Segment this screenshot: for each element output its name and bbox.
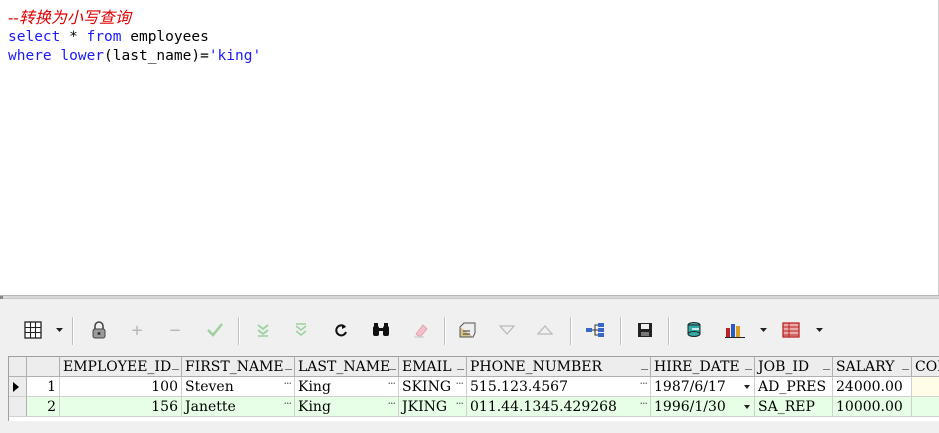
cell-first-name[interactable]: Steven ···	[182, 377, 295, 397]
cell-job-id[interactable]: SA_REP	[755, 397, 833, 417]
results-panel: + − EMPLOYEE_ID FIRST_NAME LAST_NAME EMA…	[0, 299, 939, 433]
save-icon[interactable]	[634, 319, 656, 341]
add-record-icon[interactable]: +	[126, 319, 148, 341]
string-literal: 'king'	[208, 48, 262, 64]
column-header-job-id[interactable]: JOB_ID	[755, 357, 833, 377]
column-header-first-name[interactable]: FIRST_NAME	[182, 357, 295, 377]
code-text: (last_name)=	[104, 48, 209, 64]
column-header-hire-date[interactable]: HIRE_DATE	[651, 357, 755, 377]
row-number: 1	[27, 377, 60, 397]
clear-icon[interactable]	[410, 319, 432, 341]
cell-salary[interactable]: 10000.00	[833, 397, 912, 417]
tree-icon[interactable]	[584, 319, 606, 341]
keyword-select: select	[8, 29, 61, 45]
column-header-employee-id[interactable]: EMPLOYEE_ID	[60, 357, 182, 377]
grid-dropdown-icon[interactable]	[54, 319, 64, 341]
code-line-2: select * from employees	[8, 28, 209, 47]
cell-first-name[interactable]: Janette ···	[182, 397, 295, 417]
cell-text: JKING	[402, 399, 448, 415]
cell-commission[interactable]	[912, 397, 939, 417]
cell-salary[interactable]: 24000.00	[833, 377, 912, 397]
query-filter-icon[interactable]	[290, 319, 312, 341]
column-header-commission[interactable]: COM	[912, 357, 939, 377]
row-number: 2	[27, 397, 60, 417]
column-header-label: LAST_NAME	[298, 359, 391, 375]
column-header-label: COM	[915, 359, 939, 375]
cell-text: Janette	[185, 399, 236, 415]
column-header-salary[interactable]: SALARY	[833, 357, 912, 377]
previous-icon[interactable]	[534, 319, 556, 341]
cell-last-name[interactable]: King ···	[295, 377, 399, 397]
cell-text: Steven	[185, 379, 234, 395]
table-view-icon[interactable]	[780, 319, 802, 341]
cell-text: 1996/1/30	[654, 399, 726, 415]
cell-commission[interactable]	[912, 377, 939, 397]
column-header-last-name[interactable]: LAST_NAME	[295, 357, 399, 377]
cell-text: SKING	[402, 379, 452, 395]
row-number-header	[27, 357, 60, 377]
cell-text: King	[298, 379, 331, 395]
sql-editor[interactable]: --转换为小写查询 select * from employees where …	[0, 0, 939, 295]
cell-text: 515.123.4567	[470, 379, 568, 395]
column-header-phone-number[interactable]: PHONE_NUMBER	[467, 357, 651, 377]
chart-dropdown-icon[interactable]	[758, 319, 768, 341]
clear-filter-icon[interactable]	[252, 319, 274, 341]
column-header-email[interactable]: EMAIL	[399, 357, 467, 377]
cell-text: King	[298, 399, 331, 415]
column-header-label: PHONE_NUMBER	[470, 359, 603, 375]
code-line-3: where lower(last_name)='king'	[8, 47, 261, 66]
post-changes-icon[interactable]	[204, 319, 226, 341]
export-icon[interactable]	[456, 319, 478, 341]
cell-hire-date[interactable]: 1996/1/30	[651, 397, 755, 417]
column-header-label: SALARY	[836, 359, 895, 375]
row-header-corner	[9, 357, 27, 377]
cell-email[interactable]: SKING ···	[399, 377, 467, 397]
lock-icon[interactable]	[88, 319, 110, 341]
function-lower: lower	[60, 48, 105, 64]
column-header-label: HIRE_DATE	[654, 359, 740, 375]
cell-employee-id[interactable]: 156	[60, 397, 182, 417]
query-icon[interactable]	[684, 319, 706, 341]
keyword-from: from	[86, 29, 122, 45]
cell-phone-number[interactable]: 011.44.1345.429268 ···	[467, 397, 651, 417]
refresh-icon[interactable]	[330, 319, 352, 341]
chart-icon[interactable]	[724, 319, 746, 341]
row-indicator[interactable]	[9, 397, 27, 417]
date-dropdown-icon	[744, 385, 750, 389]
code-comment: --转换为小写查询	[8, 8, 131, 27]
find-icon[interactable]	[370, 319, 392, 341]
table-view-dropdown-icon[interactable]	[814, 319, 824, 341]
cell-email[interactable]: JKING ···	[399, 397, 467, 417]
date-dropdown-icon	[744, 405, 750, 409]
cell-last-name[interactable]: King ···	[295, 397, 399, 417]
results-toolbar: + −	[8, 313, 938, 349]
delete-record-icon[interactable]: −	[164, 319, 186, 341]
next-icon[interactable]	[496, 319, 518, 341]
keyword-where: where	[8, 48, 52, 64]
cell-employee-id[interactable]: 100	[60, 377, 182, 397]
grid-icon[interactable]	[22, 319, 44, 341]
column-header-label: EMPLOYEE_ID	[63, 359, 172, 375]
cell-hire-date[interactable]: 1987/6/17	[651, 377, 755, 397]
code-text: *	[60, 29, 87, 45]
column-header-label: EMAIL	[402, 359, 452, 375]
column-header-label: JOB_ID	[758, 359, 810, 375]
results-grid[interactable]: EMPLOYEE_ID FIRST_NAME LAST_NAME EMAIL P…	[8, 356, 939, 421]
cell-text: 011.44.1345.429268	[470, 399, 617, 415]
row-indicator[interactable]	[9, 377, 27, 397]
table-name: employees	[121, 29, 209, 45]
cell-phone-number[interactable]: 515.123.4567 ···	[467, 377, 651, 397]
cell-job-id[interactable]: AD_PRES	[755, 377, 833, 397]
cell-text: 1987/6/17	[654, 379, 726, 395]
column-header-label: FIRST_NAME	[185, 359, 284, 375]
